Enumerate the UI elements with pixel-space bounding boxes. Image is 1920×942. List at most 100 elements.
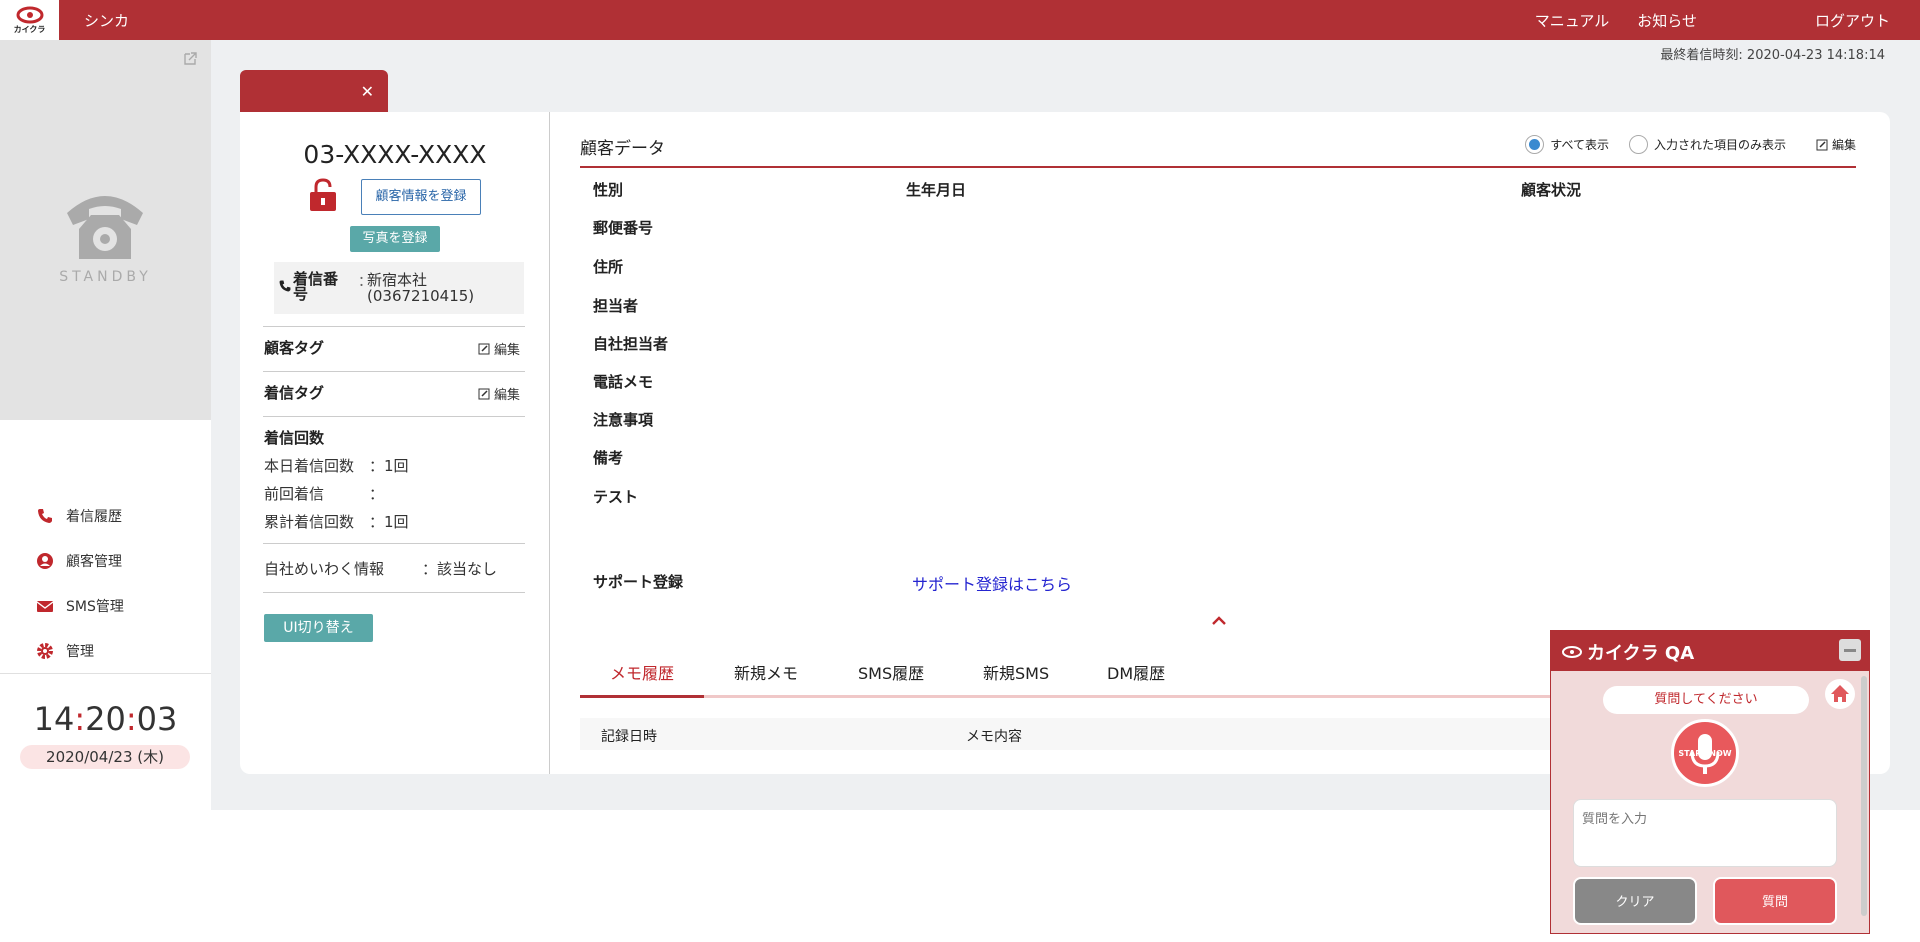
divider: [263, 543, 525, 544]
home-icon: [1831, 685, 1849, 702]
last-call-time: 最終着信時刻: 2020-04-23 14:18:14: [1660, 48, 1885, 63]
support-registration-label: サポート登録: [593, 573, 684, 591]
manual-link[interactable]: マニュアル: [1535, 10, 1610, 31]
sidebar-item-call-history[interactable]: 着信履歴: [0, 493, 211, 538]
divider: [263, 416, 525, 417]
edit-icon: [478, 388, 490, 399]
sidebar-item-sms[interactable]: SMS管理: [0, 583, 211, 628]
clock-minutes: 20: [85, 700, 126, 738]
logo-icon: [1562, 646, 1582, 658]
edit-customer-tag-button[interactable]: 編集: [478, 339, 520, 358]
home-icon: [38, 464, 52, 478]
top-bar: カイクラ シンカ マニュアル お知らせ ログアウト: [0, 0, 1920, 40]
external-link-icon[interactable]: [182, 51, 198, 67]
microphone-icon: START NOW: [1678, 734, 1732, 774]
incoming-number-label: 着信番号: [293, 270, 339, 303]
mic-label: START NOW: [1678, 749, 1731, 758]
sidebar-item-label: 顧客管理: [66, 553, 122, 570]
chevron-up-icon[interactable]: [1210, 612, 1228, 630]
field-address: 住所: [593, 258, 624, 276]
qa-widget: カイクラ QA 質問してください START NOW クリア 質問: [1550, 630, 1870, 934]
current-date: 2020/04/23 (木): [20, 745, 190, 769]
incoming-number-box: 着信番号 ： 新宿本社 (0367210415): [274, 262, 524, 314]
qa-title: カイクラ QA: [1561, 639, 1694, 665]
total-count-label: 累計着信回数: [264, 513, 355, 531]
previous-call-row: 前回着信 ：: [264, 483, 384, 504]
radio-show-filled-label[interactable]: 入力された項目のみ表示: [1654, 136, 1786, 153]
active-tab-underline: [580, 695, 704, 698]
edit-customer-data-button[interactable]: 編集: [1832, 136, 1856, 153]
sidebar-divider: [0, 673, 211, 674]
customer-data-title: 顧客データ: [580, 139, 665, 159]
field-company-contact: 自社担当者: [593, 335, 669, 353]
voice-start-button[interactable]: START NOW: [1671, 719, 1739, 787]
standby-phone-icon: [67, 196, 143, 259]
tab-underline: [580, 695, 1580, 698]
sidebar-item-label: SMS管理: [66, 598, 124, 615]
close-icon[interactable]: ✕: [361, 82, 374, 101]
support-registration-link[interactable]: サポート登録はこちら: [912, 571, 1072, 595]
phone-icon: [279, 280, 291, 292]
radio-show-all-label[interactable]: すべて表示: [1550, 136, 1609, 153]
customer-tag-label: 顧客タグ: [264, 339, 325, 357]
question-input[interactable]: [1573, 799, 1837, 867]
field-remarks: 備考: [593, 449, 624, 467]
tab-new-sms[interactable]: 新規SMS: [983, 660, 1049, 684]
tab-memo-history[interactable]: メモ履歴: [610, 660, 674, 684]
call-tab[interactable]: ✕: [240, 70, 388, 113]
today-count-value: ：1回: [369, 457, 409, 475]
sidebar-item-label: 着信履歴: [66, 508, 122, 525]
incoming-office: 新宿本社: [367, 271, 428, 289]
field-customer-status: 顧客状況: [1521, 181, 1582, 199]
column-memo-content: メモ内容: [966, 729, 1022, 745]
nuisance-row: 自社めいわく情報 ：該当なし: [264, 558, 497, 579]
tab-dm-history[interactable]: DM履歴: [1107, 660, 1165, 684]
today-count-label: 本日着信回数: [264, 457, 355, 475]
sidebar-item-customers[interactable]: 顧客管理: [0, 538, 211, 583]
tab-sms-history[interactable]: SMS履歴: [858, 660, 924, 684]
qa-prompt-bubble: 質問してください: [1603, 686, 1809, 714]
register-customer-button[interactable]: 顧客情報を登録: [361, 179, 481, 215]
qa-scrollbar[interactable]: [1861, 676, 1867, 916]
radio-show-filled[interactable]: [1628, 135, 1648, 154]
tab-new-memo[interactable]: 新規メモ: [734, 660, 798, 684]
logout-link[interactable]: ログアウト: [1815, 10, 1890, 31]
qa-header: カイクラ QA: [1551, 631, 1869, 671]
previous-call-label: 前回着信: [264, 485, 325, 503]
field-caution: 注意事項: [593, 411, 654, 429]
ask-button[interactable]: 質問: [1713, 877, 1837, 925]
divider: [263, 592, 525, 593]
clock: 14:20:03: [33, 700, 178, 738]
mail-icon: [36, 601, 54, 612]
logo-text: カイクラ: [13, 24, 46, 34]
field-person-in-charge: 担当者: [593, 297, 639, 315]
news-link[interactable]: お知らせ: [1637, 10, 1697, 31]
field-postal-code: 郵便番号: [593, 219, 654, 237]
memo-table-header: 記録日時 メモ内容: [580, 718, 1580, 750]
qa-title-text: カイクラ QA: [1587, 643, 1695, 664]
clear-button[interactable]: クリア: [1573, 877, 1697, 925]
radio-show-all[interactable]: [1525, 135, 1545, 154]
incoming-phone: (0367210415): [367, 287, 475, 305]
phone-number: 03-XXXX-XXXX: [303, 140, 487, 169]
today-count-row: 本日着信回数 ：1回: [264, 455, 409, 476]
sidebar-nav: ホーム 着信履歴 顧客管理 SMS管理 管理: [0, 448, 217, 673]
edit-icon[interactable]: [1816, 139, 1828, 151]
sidebar-item-home[interactable]: ホーム: [0, 448, 217, 493]
qa-home-button[interactable]: [1825, 679, 1855, 709]
previous-call-value: ：: [369, 485, 385, 503]
divider: [263, 371, 525, 372]
incoming-tag-label: 着信タグ: [264, 384, 325, 402]
display-options: すべて表示 入力された項目のみ表示 編集: [1525, 135, 1856, 154]
customer-summary: 03-XXXX-XXXX 顧客情報を登録 写真を登録 着信番号 ： 新宿本社 (…: [240, 112, 550, 774]
ui-switch-button[interactable]: UI切り替え: [264, 614, 373, 642]
edit-incoming-tag-button[interactable]: 編集: [478, 384, 520, 403]
sidebar-item-admin[interactable]: 管理: [0, 628, 211, 673]
divider: [263, 326, 525, 327]
sidebar-item-label: ホーム: [66, 463, 108, 480]
incoming-number-value: 新宿本社 (0367210415): [367, 272, 474, 304]
minimize-button[interactable]: [1839, 639, 1861, 661]
logo[interactable]: カイクラ: [0, 0, 59, 40]
register-photo-button[interactable]: 写真を登録: [350, 226, 440, 252]
unlock-icon[interactable]: [308, 178, 338, 212]
